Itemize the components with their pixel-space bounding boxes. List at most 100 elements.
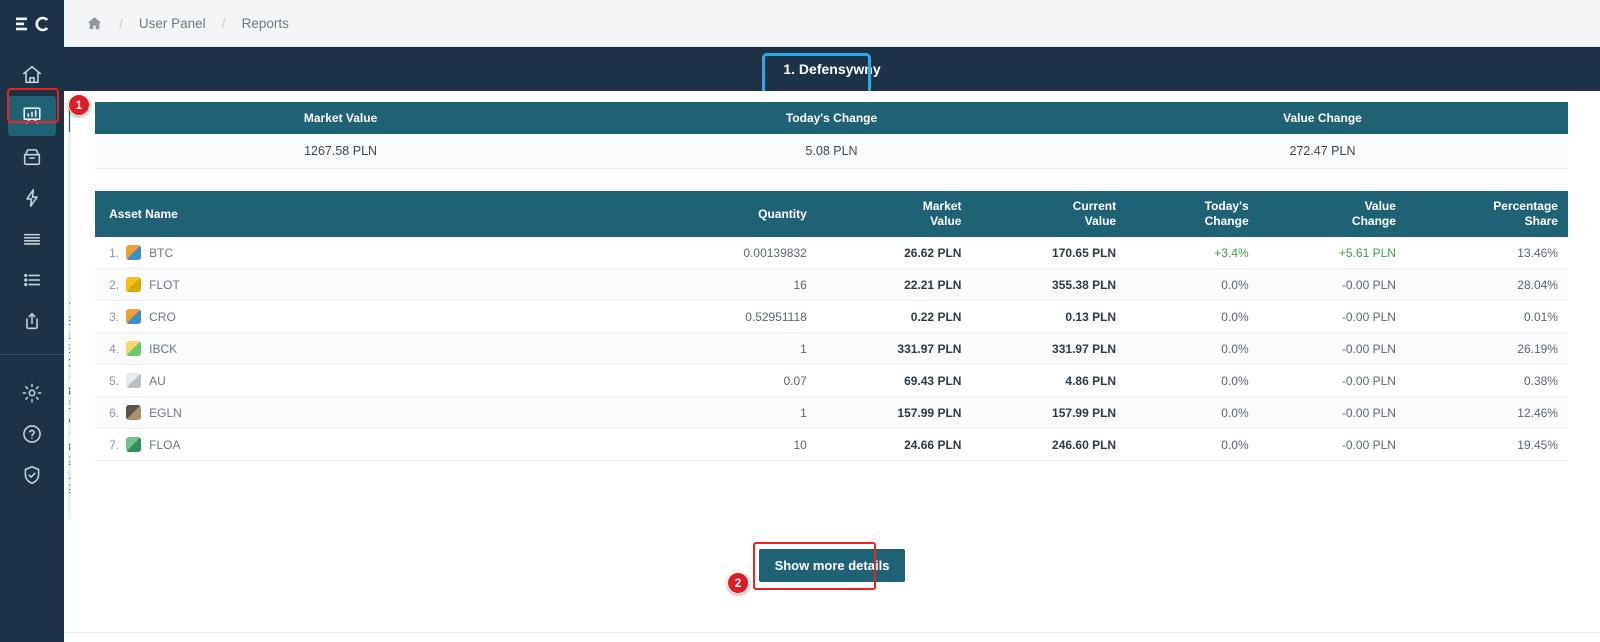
row-index: 7. bbox=[109, 438, 119, 452]
sidebar-item-security[interactable] bbox=[8, 455, 56, 495]
tab-bar: 1. Defensywny bbox=[64, 47, 1600, 91]
cell-quantity: 10 bbox=[625, 429, 816, 461]
sidebar-nav bbox=[0, 47, 64, 342]
pie-chart-legend: BTC 13.46%FLOT 28.04%CRO 0.01%IBCK 26.19… bbox=[69, 300, 70, 496]
cell-value-change: -0.00 PLN bbox=[1259, 429, 1406, 461]
assets-header-current-value[interactable]: Current Value bbox=[971, 191, 1126, 237]
cell-quantity: 0.00139832 bbox=[625, 237, 816, 269]
legend-item-au[interactable]: AU 0.38% bbox=[68, 412, 71, 440]
table-row[interactable]: 7.FLOA1024.66 PLN246.60 PLN0.0%-0.00 PLN… bbox=[95, 429, 1568, 461]
gear-icon bbox=[21, 382, 43, 404]
sidebar-item-archive[interactable] bbox=[8, 137, 56, 177]
cell-value-change: -0.00 PLN bbox=[1259, 269, 1406, 301]
assets-table-body: 1.BTC0.0013983226.62 PLN170.65 PLN+3.4%+… bbox=[95, 237, 1568, 461]
cell-percentage-share: 12.46% bbox=[1406, 397, 1568, 429]
summary-header-todays-change: Today's Change bbox=[586, 102, 1077, 134]
row-index: 1. bbox=[109, 246, 119, 260]
breadcrumb-item-user-panel[interactable]: User Panel bbox=[139, 16, 206, 31]
sidebar-item-home[interactable] bbox=[8, 55, 56, 95]
sidebar-footer-nav bbox=[0, 365, 64, 496]
legend-item-cro[interactable]: CRO 0.01% bbox=[68, 356, 71, 384]
table-row[interactable]: 2.FLOT1622.21 PLN355.38 PLN0.0%-0.00 PLN… bbox=[95, 269, 1568, 301]
legend-item-flot[interactable]: FLOT 28.04% bbox=[68, 328, 71, 356]
asset-symbol: FLOT bbox=[149, 278, 180, 292]
legend-label: IBCK 26.19% bbox=[68, 384, 71, 412]
cell-todays-change: 0.0% bbox=[1126, 269, 1259, 301]
list-icon bbox=[21, 269, 43, 291]
row-index: 6. bbox=[109, 406, 119, 420]
cell-value-change: -0.00 PLN bbox=[1259, 397, 1406, 429]
cell-quantity: 1 bbox=[625, 397, 816, 429]
sidebar-item-export[interactable] bbox=[8, 301, 56, 341]
header-line-1: Value bbox=[1365, 199, 1396, 213]
assets-header-quantity[interactable]: Quantity bbox=[625, 191, 816, 237]
cell-value-change: -0.00 PLN bbox=[1259, 301, 1406, 333]
upload-icon bbox=[21, 310, 43, 332]
assets-header-market-value[interactable]: Market Value bbox=[817, 191, 972, 237]
summary-header-market-value: Market Value bbox=[95, 102, 586, 134]
sidebar-item-reports[interactable] bbox=[8, 96, 56, 136]
legend-item-ibck[interactable]: IBCK 26.19% bbox=[68, 384, 71, 412]
cell-current-value: 170.65 PLN bbox=[971, 237, 1126, 269]
cell-todays-change: 0.0% bbox=[1126, 301, 1259, 333]
cell-quantity: 0.52951118 bbox=[625, 301, 816, 333]
assets-header-percentage-share[interactable]: Percentage Share bbox=[1406, 191, 1568, 237]
asset-logo-icon bbox=[126, 341, 141, 356]
header-line-2: Change bbox=[1205, 214, 1249, 228]
sidebar-item-activity[interactable] bbox=[8, 178, 56, 218]
sidebar-item-settings[interactable] bbox=[8, 373, 56, 413]
asset-logo-icon bbox=[126, 405, 141, 420]
cell-todays-change: 0.0% bbox=[1126, 333, 1259, 365]
cell-percentage-share: 26.19% bbox=[1406, 333, 1568, 365]
cell-quantity: 16 bbox=[625, 269, 816, 301]
annotation-badge-1: 1 bbox=[68, 94, 90, 116]
asset-logo-icon bbox=[126, 373, 141, 388]
sidebar-divider bbox=[0, 354, 64, 355]
assets-header-asset-name[interactable]: Asset Name bbox=[95, 191, 625, 237]
cell-current-value: 0.13 PLN bbox=[971, 301, 1126, 333]
cell-asset-name: 7. FLOA bbox=[95, 429, 625, 461]
cell-todays-change: 0.0% bbox=[1126, 365, 1259, 397]
cell-market-value: 331.97 PLN bbox=[817, 333, 972, 365]
app-root: / User Panel / Reports 1. Defensywny Por… bbox=[0, 0, 1600, 642]
summary-table-row: 1267.58 PLN 5.08 PLN 272.47 PLN bbox=[95, 134, 1568, 169]
table-row[interactable]: 1.BTC0.0013983226.62 PLN170.65 PLN+3.4%+… bbox=[95, 237, 1568, 269]
content-row: Portfolio Value Without aggregation BTC … bbox=[64, 102, 1600, 519]
cell-asset-name: 1. BTC bbox=[95, 237, 625, 269]
assets-header-value-change[interactable]: Value Change bbox=[1259, 191, 1406, 237]
asset-symbol: AU bbox=[149, 374, 166, 388]
table-row[interactable]: 3.CRO0.529511180.22 PLN0.13 PLN0.0%-0.00… bbox=[95, 301, 1568, 333]
show-more-details-button[interactable]: Show more details bbox=[759, 549, 906, 582]
table-row[interactable]: 6.EGLN1157.99 PLN157.99 PLN0.0%-0.00 PLN… bbox=[95, 397, 1568, 429]
legend-label: CRO 0.01% bbox=[68, 356, 71, 384]
breadcrumb-home-link[interactable] bbox=[86, 15, 103, 32]
asset-symbol: EGLN bbox=[149, 406, 182, 420]
cell-value-change: -0.00 PLN bbox=[1259, 333, 1406, 365]
legend-item-floa[interactable]: FLOA 19.45% bbox=[68, 468, 71, 496]
asset-symbol: FLOA bbox=[149, 438, 180, 452]
assets-table-header-row: Asset Name Quantity Market Value Current… bbox=[95, 191, 1568, 237]
assets-header-todays-change[interactable]: Today's Change bbox=[1126, 191, 1259, 237]
cell-asset-name: 3.CRO bbox=[95, 301, 625, 333]
show-more-details-wrapper: Show more details bbox=[759, 549, 906, 582]
presentation-chart-icon bbox=[21, 105, 43, 127]
breadcrumb-item-reports[interactable]: Reports bbox=[242, 16, 289, 31]
legend-item-egln[interactable]: EGLN 12.46% bbox=[68, 440, 71, 468]
sidebar-item-help[interactable] bbox=[8, 414, 56, 454]
asset-symbol: BTC bbox=[149, 246, 173, 260]
row-index: 5. bbox=[109, 374, 119, 388]
sidebar-item-layers[interactable] bbox=[8, 219, 56, 259]
sidebar-item-list[interactable] bbox=[8, 260, 56, 300]
legend-label: BTC 13.46% bbox=[68, 300, 71, 328]
cell-quantity: 1 bbox=[625, 333, 816, 365]
cell-asset-name: 2.FLOT bbox=[95, 269, 625, 301]
table-row[interactable]: 5.AU0.0769.43 PLN4.86 PLN0.0%-0.00 PLN0.… bbox=[95, 365, 1568, 397]
logo-e-icon bbox=[15, 16, 29, 32]
tab-defensywny[interactable]: 1. Defensywny bbox=[761, 53, 902, 85]
table-row[interactable]: 4.IBCK1331.97 PLN331.97 PLN0.0%-0.00 PLN… bbox=[95, 333, 1568, 365]
app-logo[interactable] bbox=[0, 0, 64, 47]
legend-item-btc[interactable]: BTC 13.46% bbox=[68, 300, 71, 328]
cell-market-value: 26.62 PLN bbox=[817, 237, 972, 269]
cell-asset-name: 5. AU bbox=[95, 365, 625, 397]
logo-c-icon bbox=[34, 16, 50, 32]
